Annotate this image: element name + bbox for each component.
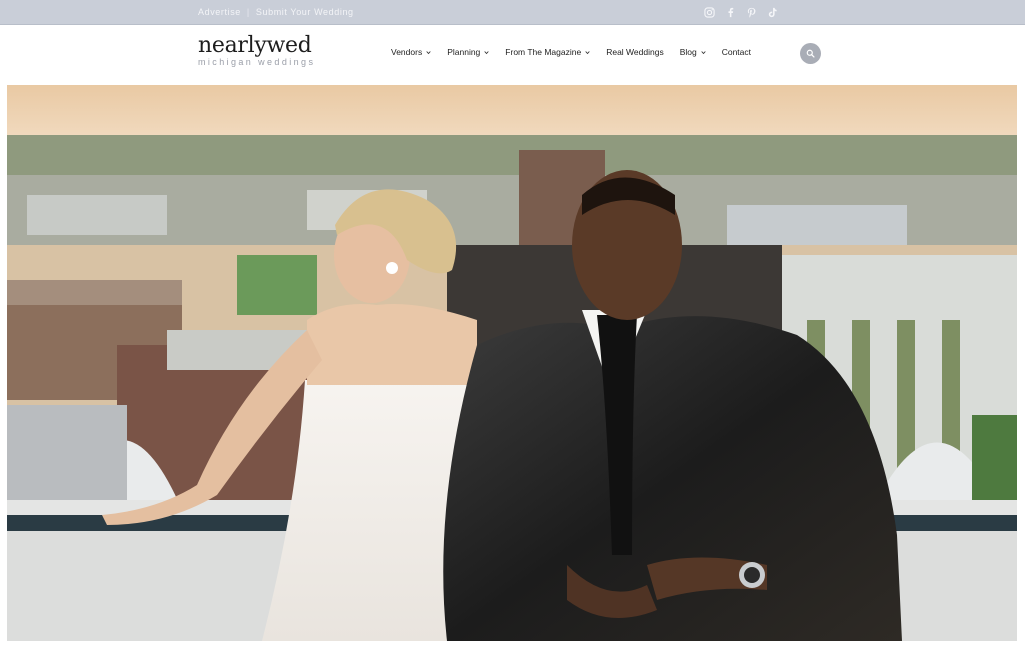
chevron-down-icon (701, 50, 706, 55)
social-links (703, 6, 778, 18)
nav-item-real-weddings[interactable]: Real Weddings (606, 47, 664, 57)
instagram-icon[interactable] (703, 6, 715, 18)
nav-item-vendors[interactable]: Vendors (391, 47, 431, 57)
nav-item-planning[interactable]: Planning (447, 47, 489, 57)
logo-tagline: michigan weddings (198, 57, 316, 67)
hero-image[interactable] (7, 85, 1017, 641)
chevron-down-icon (585, 50, 590, 55)
utility-divider: | (246, 7, 250, 17)
search-icon (806, 49, 815, 58)
nav-item-contact[interactable]: Contact (722, 47, 751, 57)
submit-wedding-link[interactable]: Submit Your Wedding (256, 7, 354, 17)
search-button[interactable] (800, 43, 821, 64)
utility-bar: Advertise | Submit Your Wedding (0, 0, 1025, 25)
chevron-down-icon (426, 50, 431, 55)
site-header: nearlywed michigan weddings Vendors Plan… (0, 25, 1025, 82)
facebook-icon[interactable] (724, 6, 736, 18)
nav-item-label: Planning (447, 47, 481, 57)
logo-wordmark: nearlywed (198, 33, 312, 58)
pinterest-icon[interactable] (745, 6, 757, 18)
advertise-link[interactable]: Advertise (198, 7, 241, 17)
tiktok-icon[interactable] (766, 6, 778, 18)
nav-item-label: Real Weddings (606, 47, 664, 57)
utility-links: Advertise | Submit Your Wedding (198, 7, 354, 17)
nav-item-blog[interactable]: Blog (680, 47, 706, 57)
nav-item-label: Blog (679, 47, 697, 57)
site-logo[interactable]: nearlywed michigan weddings (198, 33, 338, 68)
main-nav: Vendors Planning From The Magazine Real … (391, 47, 767, 57)
nav-item-label: Contact (721, 47, 752, 57)
chevron-down-icon (484, 50, 489, 55)
nav-item-label: From The Magazine (505, 47, 582, 57)
nav-item-from-the-magazine[interactable]: From The Magazine (505, 47, 590, 57)
nav-item-label: Vendors (391, 47, 423, 57)
